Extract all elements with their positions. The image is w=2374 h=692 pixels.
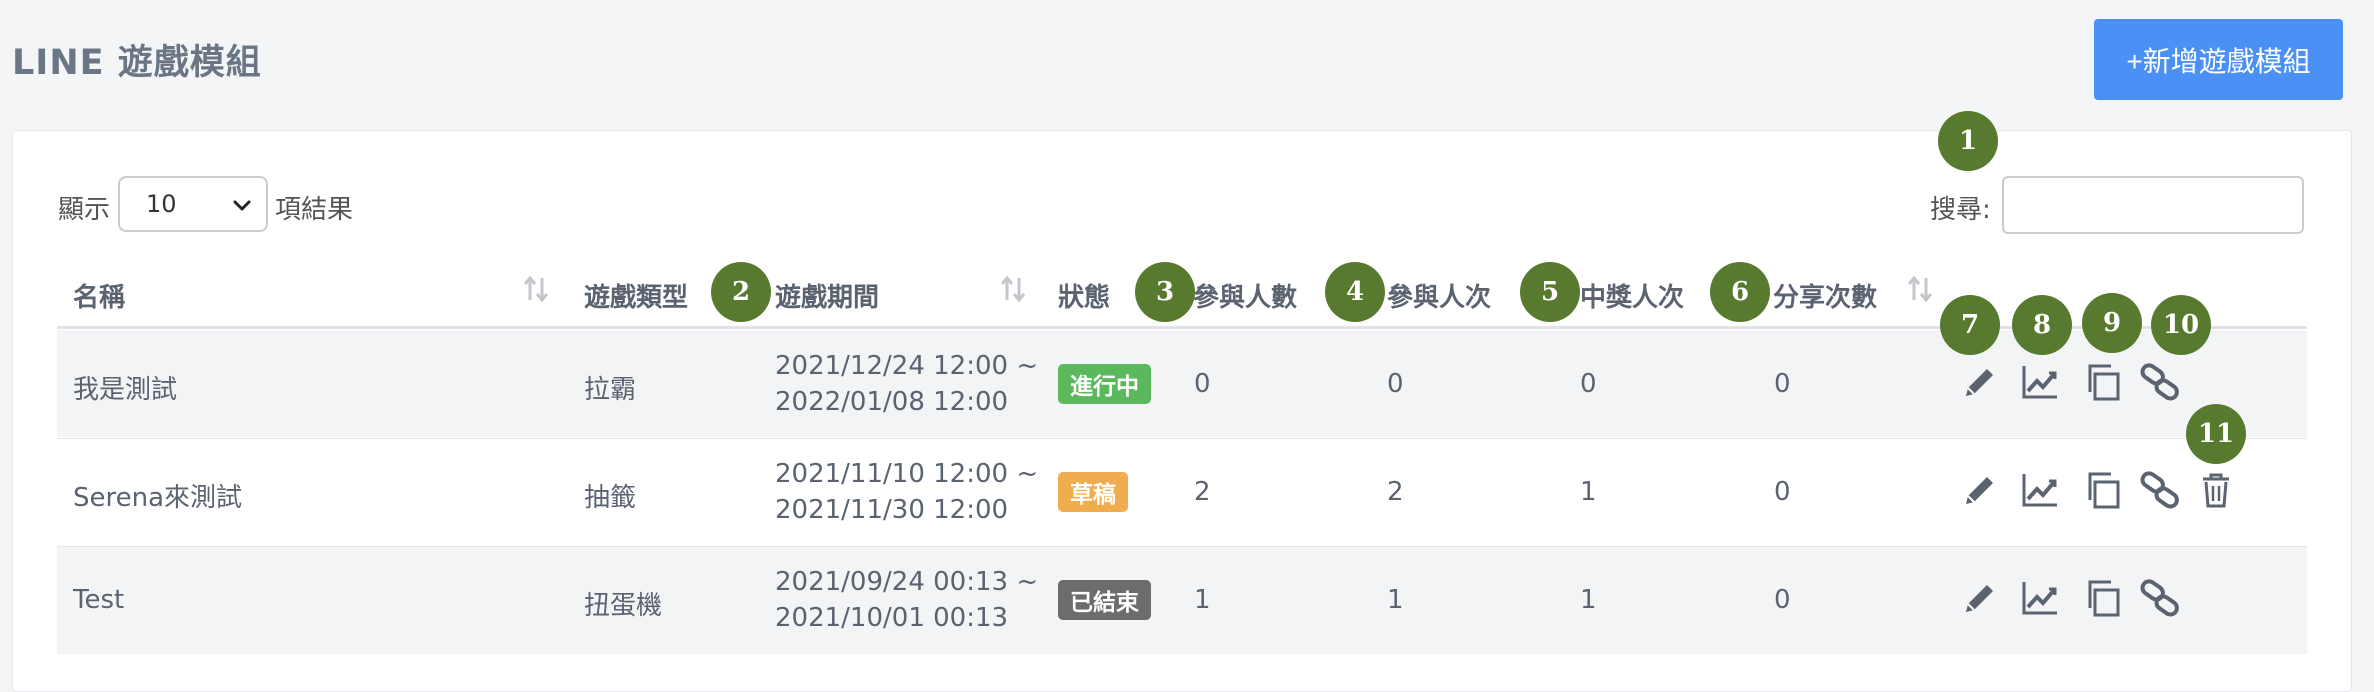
row-participations: 2 — [1387, 477, 1404, 507]
row-participants: 0 — [1194, 369, 1211, 399]
trash-icon[interactable] — [2196, 470, 2236, 510]
annotation-marker-4: 4 — [1325, 262, 1385, 322]
sort-icon[interactable] — [521, 274, 551, 304]
annotation-marker-3: 3 — [1135, 262, 1195, 322]
column-header-participants[interactable]: 參與人數 — [1193, 277, 1297, 314]
search-input[interactable] — [2002, 176, 2304, 234]
column-header-participations[interactable]: 參與人次 — [1387, 277, 1491, 314]
annotation-marker-1: 1 — [1938, 111, 1998, 171]
column-header-shares[interactable]: 分享次數 — [1773, 277, 1877, 314]
sort-icon[interactable] — [1905, 274, 1935, 304]
copy-icon[interactable] — [2082, 470, 2122, 510]
row-participants: 2 — [1194, 477, 1211, 507]
pencil-icon[interactable] — [1960, 362, 2000, 402]
period-start: 2021/09/24 00:13 ~ — [775, 567, 1039, 597]
row-period: 2021/12/24 12:00 ~ 2022/01/08 12:00 — [775, 348, 1038, 420]
row-participants: 1 — [1194, 585, 1211, 615]
column-header-type[interactable]: 遊戲類型 — [584, 277, 688, 314]
row-shares: 0 — [1774, 477, 1791, 507]
row-shares: 0 — [1774, 585, 1791, 615]
link-icon[interactable] — [2140, 578, 2180, 618]
row-period: 2021/11/10 12:00 ~ 2021/11/30 12:00 — [775, 456, 1038, 528]
row-winners: 1 — [1580, 477, 1597, 507]
copy-icon[interactable] — [2082, 578, 2122, 618]
period-start: 2021/11/10 12:00 ~ — [775, 459, 1039, 489]
column-header-status[interactable]: 狀態 — [1058, 277, 1110, 314]
row-winners: 1 — [1580, 585, 1597, 615]
column-header-name[interactable]: 名稱 — [73, 277, 125, 314]
results-label: 項結果 — [275, 195, 354, 225]
annotation-marker-2: 2 — [711, 262, 771, 322]
row-type: 抽籤 — [584, 483, 637, 513]
pencil-icon[interactable] — [1960, 578, 2000, 618]
search-label: 搜尋: — [1930, 195, 1991, 225]
annotation-marker-9: 9 — [2082, 293, 2142, 353]
row-type: 扭蛋機 — [584, 591, 663, 621]
show-label: 顯示 — [58, 195, 111, 225]
row-winners: 0 — [1580, 369, 1597, 399]
page-length-value: 10 — [146, 190, 177, 218]
row-name: 我是測試 — [73, 375, 178, 405]
chart-line-icon[interactable] — [2020, 362, 2060, 402]
link-icon[interactable] — [2140, 362, 2180, 402]
column-header-winners[interactable]: 中獎人次 — [1580, 277, 1684, 314]
status-badge: 草稿 — [1058, 472, 1128, 512]
column-header-period[interactable]: 遊戲期間 — [775, 277, 879, 314]
status-badge: 進行中 — [1058, 364, 1151, 404]
row-participations: 0 — [1387, 369, 1404, 399]
page-length-select[interactable]: 10 — [118, 176, 268, 232]
annotation-marker-10: 10 — [2151, 295, 2211, 355]
copy-icon[interactable] — [2082, 362, 2122, 402]
period-end: 2022/01/08 12:00 — [775, 387, 1009, 417]
period-end: 2021/11/30 12:00 — [775, 495, 1009, 525]
row-type: 拉霸 — [584, 375, 637, 405]
period-start: 2021/12/24 12:00 ~ — [775, 351, 1039, 381]
annotation-marker-7: 7 — [1940, 295, 2000, 355]
row-participations: 1 — [1387, 585, 1404, 615]
period-end: 2021/10/01 00:13 — [775, 603, 1009, 633]
row-name: Test — [73, 585, 125, 615]
row-name: Serena來測試 — [73, 483, 243, 513]
page-title: LINE 遊戲模組 — [12, 43, 262, 83]
chevron-down-icon — [233, 200, 251, 211]
annotation-marker-8: 8 — [2012, 295, 2072, 355]
chart-line-icon[interactable] — [2020, 578, 2060, 618]
link-icon[interactable] — [2140, 470, 2180, 510]
row-shares: 0 — [1774, 369, 1791, 399]
sort-icon[interactable] — [998, 274, 1028, 304]
status-badge: 已結束 — [1058, 580, 1151, 620]
chart-line-icon[interactable] — [2020, 470, 2060, 510]
annotation-marker-11: 11 — [2186, 404, 2246, 464]
annotation-marker-5: 5 — [1520, 262, 1580, 322]
row-period: 2021/09/24 00:13 ~ 2021/10/01 00:13 — [775, 564, 1038, 636]
add-game-module-button[interactable]: +新增遊戲模組 — [2094, 19, 2343, 100]
annotation-marker-6: 6 — [1710, 262, 1770, 322]
pencil-icon[interactable] — [1960, 470, 2000, 510]
